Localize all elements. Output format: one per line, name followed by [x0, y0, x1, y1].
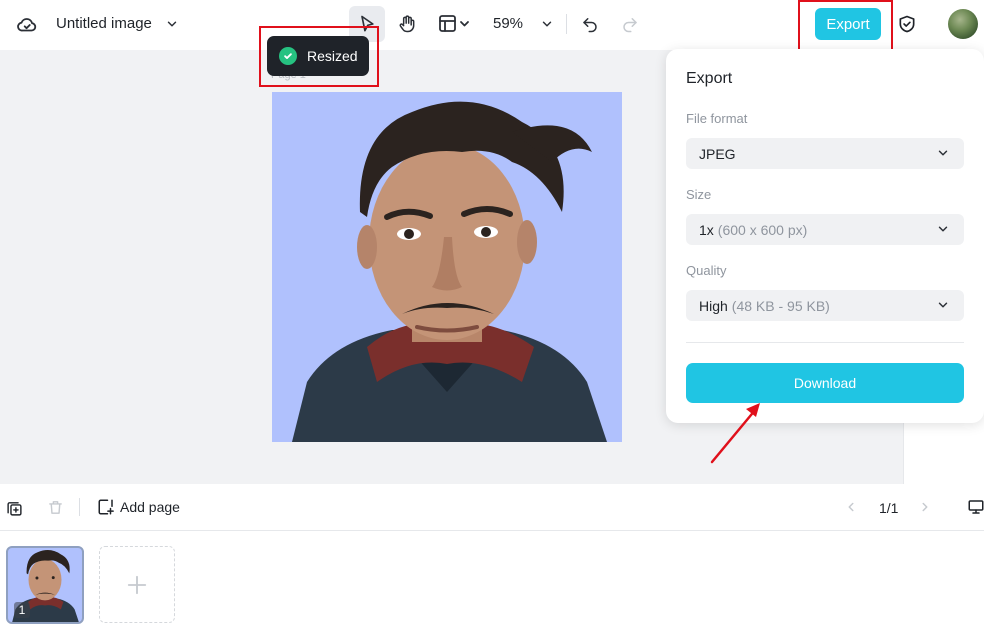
zoom-level[interactable]: 59%	[493, 15, 523, 32]
plus-icon	[127, 575, 147, 594]
chevron-left-icon[interactable]	[842, 498, 860, 516]
thumbnail-page-number: 1	[14, 602, 30, 618]
chevron-down-icon	[934, 296, 952, 314]
zoom-chevron-down-icon[interactable]	[537, 14, 557, 34]
quality-value: High	[699, 297, 728, 314]
chevron-down-icon[interactable]	[162, 14, 182, 34]
toolbar-divider	[566, 14, 567, 34]
undo-icon[interactable]	[578, 12, 602, 36]
export-panel-title: Export	[686, 70, 733, 87]
quality-detail: (48 KB - 95 KB)	[731, 297, 830, 314]
chevron-right-icon[interactable]	[916, 498, 934, 516]
size-select[interactable]: 1x (600 x 600 px)	[686, 214, 964, 245]
chevron-down-icon	[934, 144, 952, 162]
page-thumbnail[interactable]: 1	[6, 546, 84, 624]
quality-select[interactable]: High (48 KB - 95 KB)	[686, 290, 964, 321]
annotation-highlight-resized	[259, 26, 379, 87]
page-toolbar: Add page 1/1	[0, 484, 984, 531]
cloud-icon[interactable]	[14, 12, 40, 38]
user-avatar[interactable]	[948, 9, 978, 39]
redo-icon[interactable]	[618, 12, 642, 36]
size-detail: (600 x 600 px)	[717, 221, 808, 238]
annotation-arrow	[710, 403, 760, 464]
quality-label: Quality	[686, 263, 727, 278]
document-title[interactable]: Untitled image	[56, 15, 152, 32]
shield-check-icon[interactable]	[894, 11, 920, 37]
size-label: Size	[686, 187, 712, 202]
layout-icon[interactable]	[434, 9, 474, 39]
chevron-down-icon	[934, 220, 952, 238]
add-page-thumbnail-button[interactable]	[99, 546, 175, 623]
page-thumbnails: 1	[0, 531, 984, 630]
file-format-select[interactable]: JPEG	[686, 138, 964, 169]
file-format-value: JPEG	[699, 145, 736, 162]
page-counter: 1/1	[879, 500, 899, 516]
panel-divider	[686, 342, 964, 343]
add-page-button[interactable]: Add page	[120, 499, 180, 515]
trash-icon[interactable]	[45, 497, 65, 517]
hand-icon[interactable]	[392, 8, 422, 40]
presentation-icon[interactable]	[966, 497, 984, 517]
toolbar-divider	[79, 498, 80, 516]
file-format-label: File format	[686, 111, 748, 126]
export-panel: Export File format JPEG Size 1x (600 x 6…	[666, 49, 984, 423]
portrait-photo[interactable]	[272, 92, 622, 442]
add-page-icon[interactable]	[96, 497, 116, 517]
size-value: 1x	[699, 221, 714, 238]
annotation-highlight-export	[798, 0, 893, 51]
duplicate-page-icon[interactable]	[4, 498, 24, 518]
